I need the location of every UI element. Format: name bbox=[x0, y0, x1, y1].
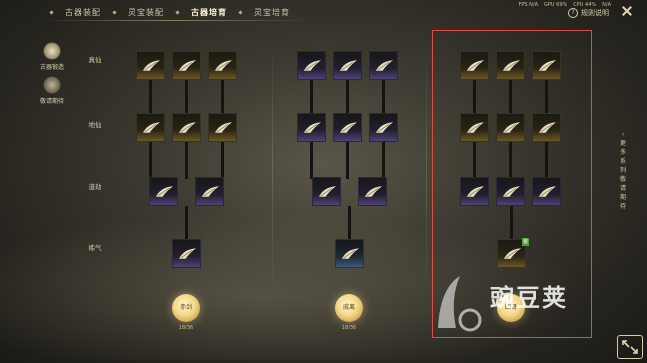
coin-item[interactable]: 赤剑 bbox=[172, 294, 200, 322]
tree-connector bbox=[310, 80, 313, 115]
tree-connector bbox=[149, 80, 152, 115]
side-item-forge[interactable]: 古器锻造 bbox=[36, 42, 68, 71]
coin-count: 18/36 bbox=[178, 325, 194, 331]
forge-icon bbox=[43, 42, 61, 60]
artifact-icon bbox=[364, 184, 383, 198]
coin-label: 戚离 bbox=[342, 304, 355, 311]
artifact-icon bbox=[142, 120, 161, 134]
artifact-icon bbox=[303, 120, 322, 134]
side-item-label: 古器锻造 bbox=[39, 64, 64, 71]
artifact-slot[interactable] bbox=[208, 113, 237, 142]
chevron-left-icon: ‹ bbox=[621, 131, 625, 138]
watermark: 豌豆荚 bbox=[430, 268, 640, 338]
more-series-text: 更多系列敬请期待 bbox=[619, 140, 626, 210]
artifact-slot[interactable] bbox=[358, 177, 387, 206]
artifact-icon bbox=[178, 120, 197, 134]
artifact-slot[interactable] bbox=[312, 177, 341, 206]
coin-count: 18/36 bbox=[341, 325, 357, 331]
artifact-icon bbox=[178, 246, 197, 260]
rank-label-zhenxian: 真仙 bbox=[88, 56, 102, 65]
artifact-slot[interactable] bbox=[136, 51, 165, 80]
artifact-slot[interactable] bbox=[333, 113, 362, 142]
artifact-slot[interactable] bbox=[369, 113, 398, 142]
fullscreen-icon[interactable] bbox=[617, 335, 643, 359]
column-divider bbox=[272, 40, 273, 300]
tab-underline bbox=[40, 20, 310, 21]
coin-item[interactable]: 戚离 bbox=[335, 294, 363, 322]
artifact-icon bbox=[341, 246, 360, 260]
artifact-icon bbox=[214, 120, 233, 134]
close-icon[interactable] bbox=[621, 5, 633, 17]
more-series-note: ‹ 更多系列敬请期待 bbox=[619, 130, 627, 211]
tree-connector bbox=[185, 142, 188, 179]
artifact-icon bbox=[318, 184, 337, 198]
artifact-icon bbox=[339, 120, 358, 134]
artifact-icon bbox=[375, 120, 394, 134]
artifact-slot[interactable] bbox=[149, 177, 178, 206]
tab-ancient-cultivate[interactable]: 古器培育 bbox=[179, 7, 239, 18]
tree-connector bbox=[185, 206, 188, 239]
tab-treasure-equip[interactable]: 灵宝装配 bbox=[116, 7, 176, 18]
rank-label-lianqi: 练气 bbox=[88, 244, 102, 253]
tree-connector bbox=[185, 80, 188, 115]
watermark-logo-icon bbox=[438, 276, 482, 332]
tree-connector bbox=[346, 80, 349, 115]
fps-stat: FPS N/A bbox=[518, 2, 539, 8]
artifact-icon bbox=[142, 58, 161, 72]
gpu-stat: GPU 69% bbox=[544, 2, 568, 8]
rank-label-daojie: 道劫 bbox=[88, 183, 102, 192]
side-item-coming-soon[interactable]: 敬请期待 bbox=[36, 76, 68, 105]
artifact-icon bbox=[201, 184, 220, 198]
artifact-icon bbox=[155, 184, 174, 198]
artifact-icon bbox=[339, 58, 358, 72]
artifact-icon bbox=[178, 58, 197, 72]
artifact-icon bbox=[214, 58, 233, 72]
artifact-slot[interactable] bbox=[172, 239, 201, 268]
artifact-slot[interactable] bbox=[333, 51, 362, 80]
tree-connector bbox=[221, 80, 224, 115]
artifact-slot[interactable] bbox=[369, 51, 398, 80]
rank-text: 道劫 bbox=[88, 183, 102, 191]
side-item-label: 敬请期待 bbox=[39, 98, 64, 105]
column-divider bbox=[426, 40, 427, 300]
rank-label-dixian: 地仙 bbox=[88, 121, 102, 130]
coin-label: 赤剑 bbox=[179, 304, 192, 311]
tab-treasure-cultivate[interactable]: 灵宝培育 bbox=[242, 7, 302, 18]
artifact-slot[interactable] bbox=[195, 177, 224, 206]
artifact-slot[interactable] bbox=[172, 113, 201, 142]
artifact-slot[interactable] bbox=[136, 113, 165, 142]
rank-text: 真仙 bbox=[88, 56, 102, 64]
tab-ancient-equip[interactable]: 古器装配 bbox=[53, 7, 113, 18]
artifact-slot[interactable] bbox=[172, 51, 201, 80]
rank-text: 练气 bbox=[88, 244, 102, 252]
tree-connector bbox=[382, 142, 385, 179]
tab-bar: 古器装配 灵宝装配 古器培育 灵宝培育 bbox=[49, 4, 302, 20]
artifact-slot[interactable] bbox=[208, 51, 237, 80]
tree-connector bbox=[348, 206, 351, 239]
artifact-slot[interactable] bbox=[335, 239, 364, 268]
watermark-text: 豌豆荚 bbox=[490, 284, 568, 312]
artifact-slot[interactable] bbox=[297, 113, 326, 142]
artifact-icon bbox=[375, 58, 394, 72]
tree-connector bbox=[382, 80, 385, 115]
tree-connector bbox=[149, 142, 152, 179]
tree-connector bbox=[310, 142, 313, 179]
rules-label: 规则说明 bbox=[581, 9, 609, 17]
help-icon: ? bbox=[568, 8, 578, 18]
lock-icon bbox=[43, 76, 61, 94]
artifact-icon bbox=[303, 58, 322, 72]
tree-connector bbox=[346, 142, 349, 179]
artifact-slot[interactable] bbox=[297, 51, 326, 80]
tree-connector bbox=[221, 142, 224, 179]
rank-text: 地仙 bbox=[88, 121, 102, 129]
rules-button[interactable]: ? 规则说明 bbox=[568, 8, 609, 18]
